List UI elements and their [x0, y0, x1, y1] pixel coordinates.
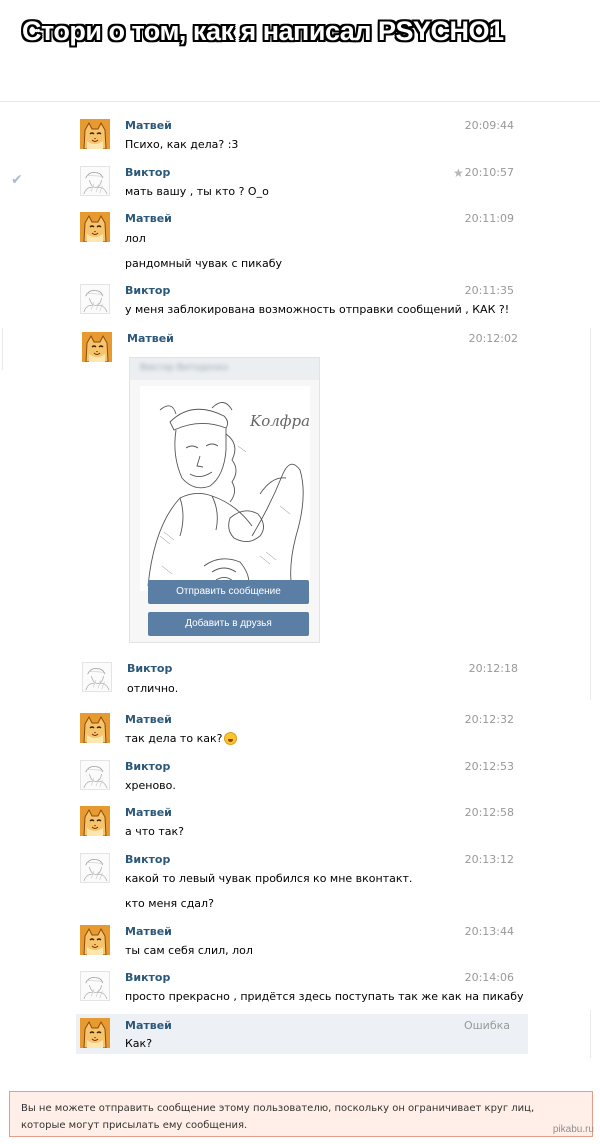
- message-time: 20:10:57: [464, 166, 514, 179]
- avatar[interactable]: [80, 119, 110, 149]
- message-time: 20:13:12: [464, 853, 514, 866]
- avatar[interactable]: [80, 806, 110, 836]
- message-author[interactable]: Матвей: [125, 119, 172, 132]
- message-item: Виктор 20:14:06 просто прекрасно , придё…: [80, 971, 524, 1005]
- profile-card: Виктор Витоденко Kолфра Отправить сообще…: [129, 357, 320, 643]
- message-text: отлично.: [127, 682, 179, 695]
- message-author[interactable]: Матвей: [125, 713, 172, 726]
- message-item: Матвей 20:09:44 Психо, как дела? :3: [80, 119, 520, 153]
- message-text: мать вашу , ты кто ? О_о: [125, 185, 269, 198]
- message-text: хреново.: [125, 779, 176, 792]
- avatar[interactable]: [82, 332, 112, 362]
- message-author[interactable]: Матвей: [125, 1019, 172, 1032]
- message-error-status: Ошибка: [463, 1019, 510, 1032]
- profile-card-header: Виктор Витоденко: [130, 358, 319, 380]
- sketch-signature: Kолфрах: [249, 412, 310, 430]
- message-text: просто прекрасно , придётся здесь поступ…: [125, 990, 524, 1003]
- divider: [2, 328, 3, 370]
- profile-name: Виктор Витоденко: [140, 363, 229, 373]
- message-time: 20:13:44: [464, 925, 514, 938]
- avatar[interactable]: [80, 166, 110, 196]
- message-time: 20:12:18: [468, 662, 518, 675]
- message-author[interactable]: Матвей: [125, 806, 172, 819]
- message-time: 20:12:02: [468, 332, 518, 345]
- avatar[interactable]: [82, 662, 112, 692]
- avatar[interactable]: [80, 1018, 110, 1048]
- divider: [590, 1010, 591, 1058]
- message-time: 20:11:35: [464, 284, 514, 297]
- message-time: 20:12:53: [464, 760, 514, 773]
- message-author[interactable]: Матвей: [125, 212, 172, 225]
- checkmark-icon: ✔: [11, 172, 23, 188]
- message-time: 20:09:44: [464, 119, 514, 132]
- message-item: Виктор ★ 20:10:57 мать вашу , ты кто ? О…: [80, 166, 520, 200]
- avatar[interactable]: [80, 925, 110, 955]
- laughing-emoji-icon: [224, 732, 238, 745]
- message-author[interactable]: Виктор: [127, 662, 172, 675]
- message-item: Матвей 20:11:09 лол рандомный чувак с пи…: [80, 212, 520, 272]
- message-text: Как?: [125, 1037, 153, 1050]
- avatar[interactable]: [80, 284, 110, 314]
- message-author[interactable]: Виктор: [125, 284, 170, 297]
- avatar[interactable]: [80, 760, 110, 790]
- message-text: Психо, как дела? :3: [125, 138, 239, 151]
- message-item: Виктор 20:13:12 какой то левый чувак про…: [80, 853, 520, 913]
- watermark: pikabu.ru: [552, 1124, 594, 1135]
- message-item: Матвей 20:12:58 а что так?: [80, 806, 520, 840]
- message-author[interactable]: Виктор: [125, 971, 170, 984]
- message-time: 20:14:06: [464, 971, 514, 984]
- message-text: какой то левый чувак пробился ко мне вко…: [125, 872, 413, 885]
- send-message-button[interactable]: Отправить сообщение: [148, 580, 309, 604]
- divider: [590, 328, 591, 700]
- message-author[interactable]: Виктор: [125, 760, 170, 773]
- avatar[interactable]: [80, 853, 110, 883]
- avatar[interactable]: [80, 212, 110, 242]
- message-item: Виктор 20:12:18 отлично.: [82, 662, 522, 696]
- message-text: так дела то как?: [125, 732, 223, 745]
- message-time: 20:12:32: [464, 713, 514, 726]
- avatar[interactable]: [80, 971, 110, 1001]
- message-item: Виктор 20:11:35 у меня заблокирована воз…: [80, 284, 520, 318]
- message-text: рандомный чувак с пикабу: [125, 257, 283, 270]
- message-time: 20:12:58: [464, 806, 514, 819]
- profile-photo[interactable]: Kолфрах: [140, 386, 319, 592]
- avatar[interactable]: [80, 713, 110, 743]
- divider: [0, 101, 600, 102]
- message-author[interactable]: Виктор: [125, 853, 170, 866]
- message-author[interactable]: Матвей: [127, 332, 174, 345]
- message-item: Матвей 20:12:32 так дела то как?: [80, 713, 520, 747]
- message-text: кто меня сдал?: [125, 897, 214, 910]
- message-author[interactable]: Виктор: [125, 166, 170, 179]
- add-friend-button[interactable]: Добавить в друзья: [148, 612, 309, 636]
- error-notice: Вы не можете отправить сообщение этому п…: [9, 1091, 593, 1137]
- message-time: 20:11:09: [464, 212, 514, 225]
- message-text: лол: [125, 232, 146, 245]
- message-item: Матвей 20:13:44 ты сам себя слил, лол: [80, 925, 520, 959]
- message-item-failed: Матвей Ошибка Как?: [76, 1014, 528, 1054]
- error-text: Вы не можете отправить сообщение этому п…: [21, 1103, 535, 1131]
- page-title: Стори о том, как я написал PSYCHO1: [22, 16, 504, 46]
- message-text: ты сам себя слил, лол: [125, 944, 253, 957]
- message-text: а что так?: [125, 825, 185, 838]
- message-author[interactable]: Матвей: [125, 925, 172, 938]
- star-icon[interactable]: ★: [453, 166, 464, 180]
- message-item: Виктор 20:12:53 хреново.: [80, 760, 520, 794]
- message-text: у меня заблокирована возможность отправк…: [125, 303, 510, 316]
